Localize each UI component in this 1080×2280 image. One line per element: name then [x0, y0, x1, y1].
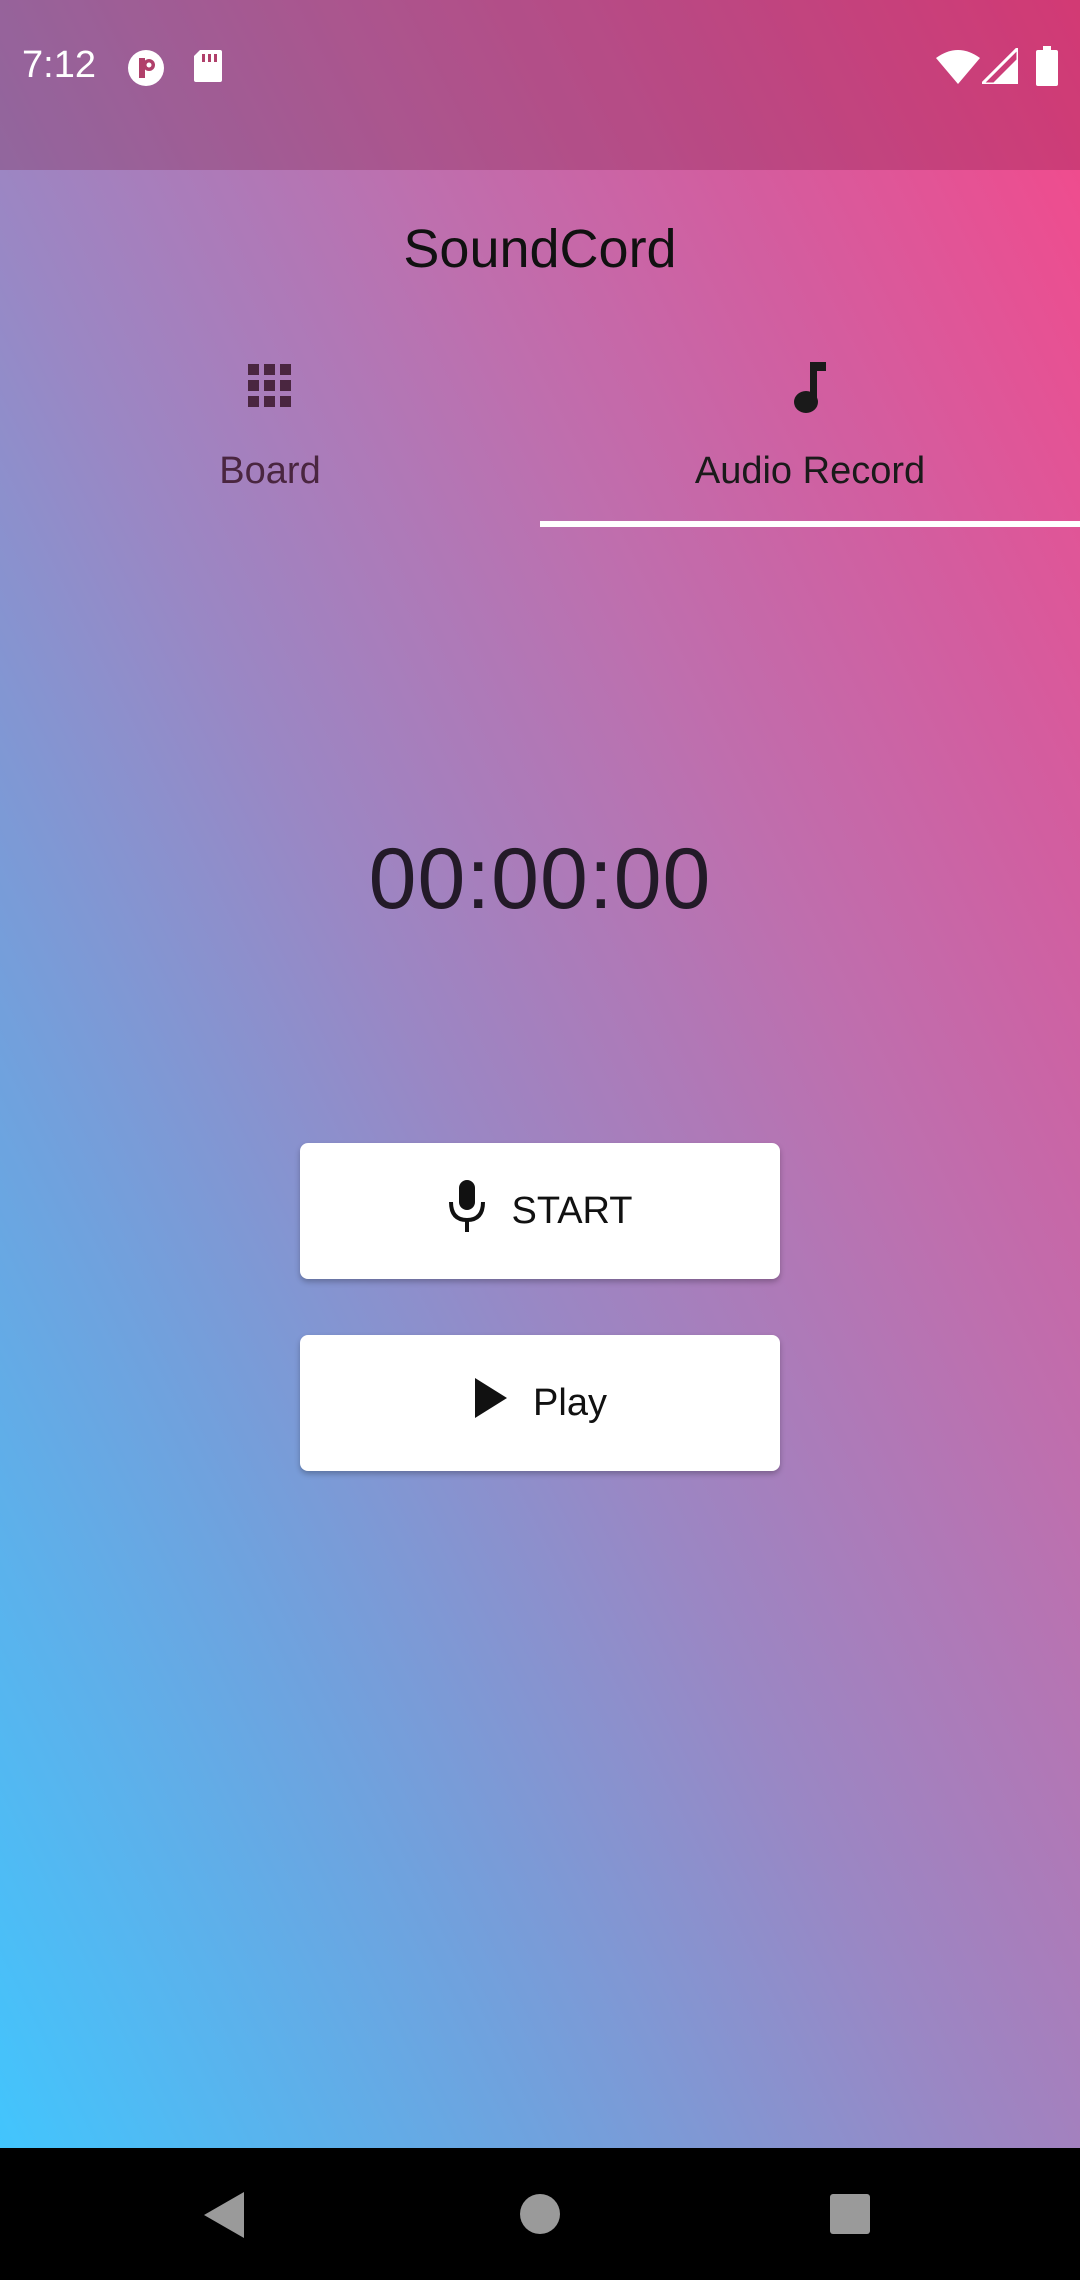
recents-icon[interactable] [828, 2192, 872, 2241]
notification-app-icon [126, 48, 166, 93]
play-button[interactable]: Play [300, 1335, 780, 1471]
status-time: 7:12 [22, 44, 96, 86]
tab-audio-record[interactable]: Audio Record [540, 350, 1080, 528]
tab-board-label: Board [219, 450, 321, 492]
start-button[interactable]: START [300, 1143, 780, 1279]
music-note-icon [786, 362, 834, 419]
record-timer: 00:00:00 [368, 831, 712, 927]
status-bar: 7:12 [0, 0, 1080, 170]
microphone-icon [447, 1178, 487, 1244]
grid-icon [246, 362, 294, 415]
play-icon [473, 1378, 509, 1428]
sd-card-icon [192, 48, 224, 89]
tab-indicator [540, 521, 1080, 527]
wifi-icon [936, 50, 980, 89]
background-gradient [0, 0, 1080, 2148]
back-icon[interactable] [200, 2190, 248, 2245]
battery-icon [1036, 46, 1058, 91]
app-title: SoundCord [403, 219, 677, 279]
tab-audio-record-label: Audio Record [694, 450, 926, 492]
navigation-bar [0, 2148, 1080, 2280]
play-button-label: Play [533, 1381, 607, 1424]
home-icon[interactable] [518, 2192, 562, 2241]
signal-icon [978, 44, 1020, 89]
start-button-label: START [511, 1189, 633, 1232]
tab-board[interactable]: Board [0, 350, 540, 528]
